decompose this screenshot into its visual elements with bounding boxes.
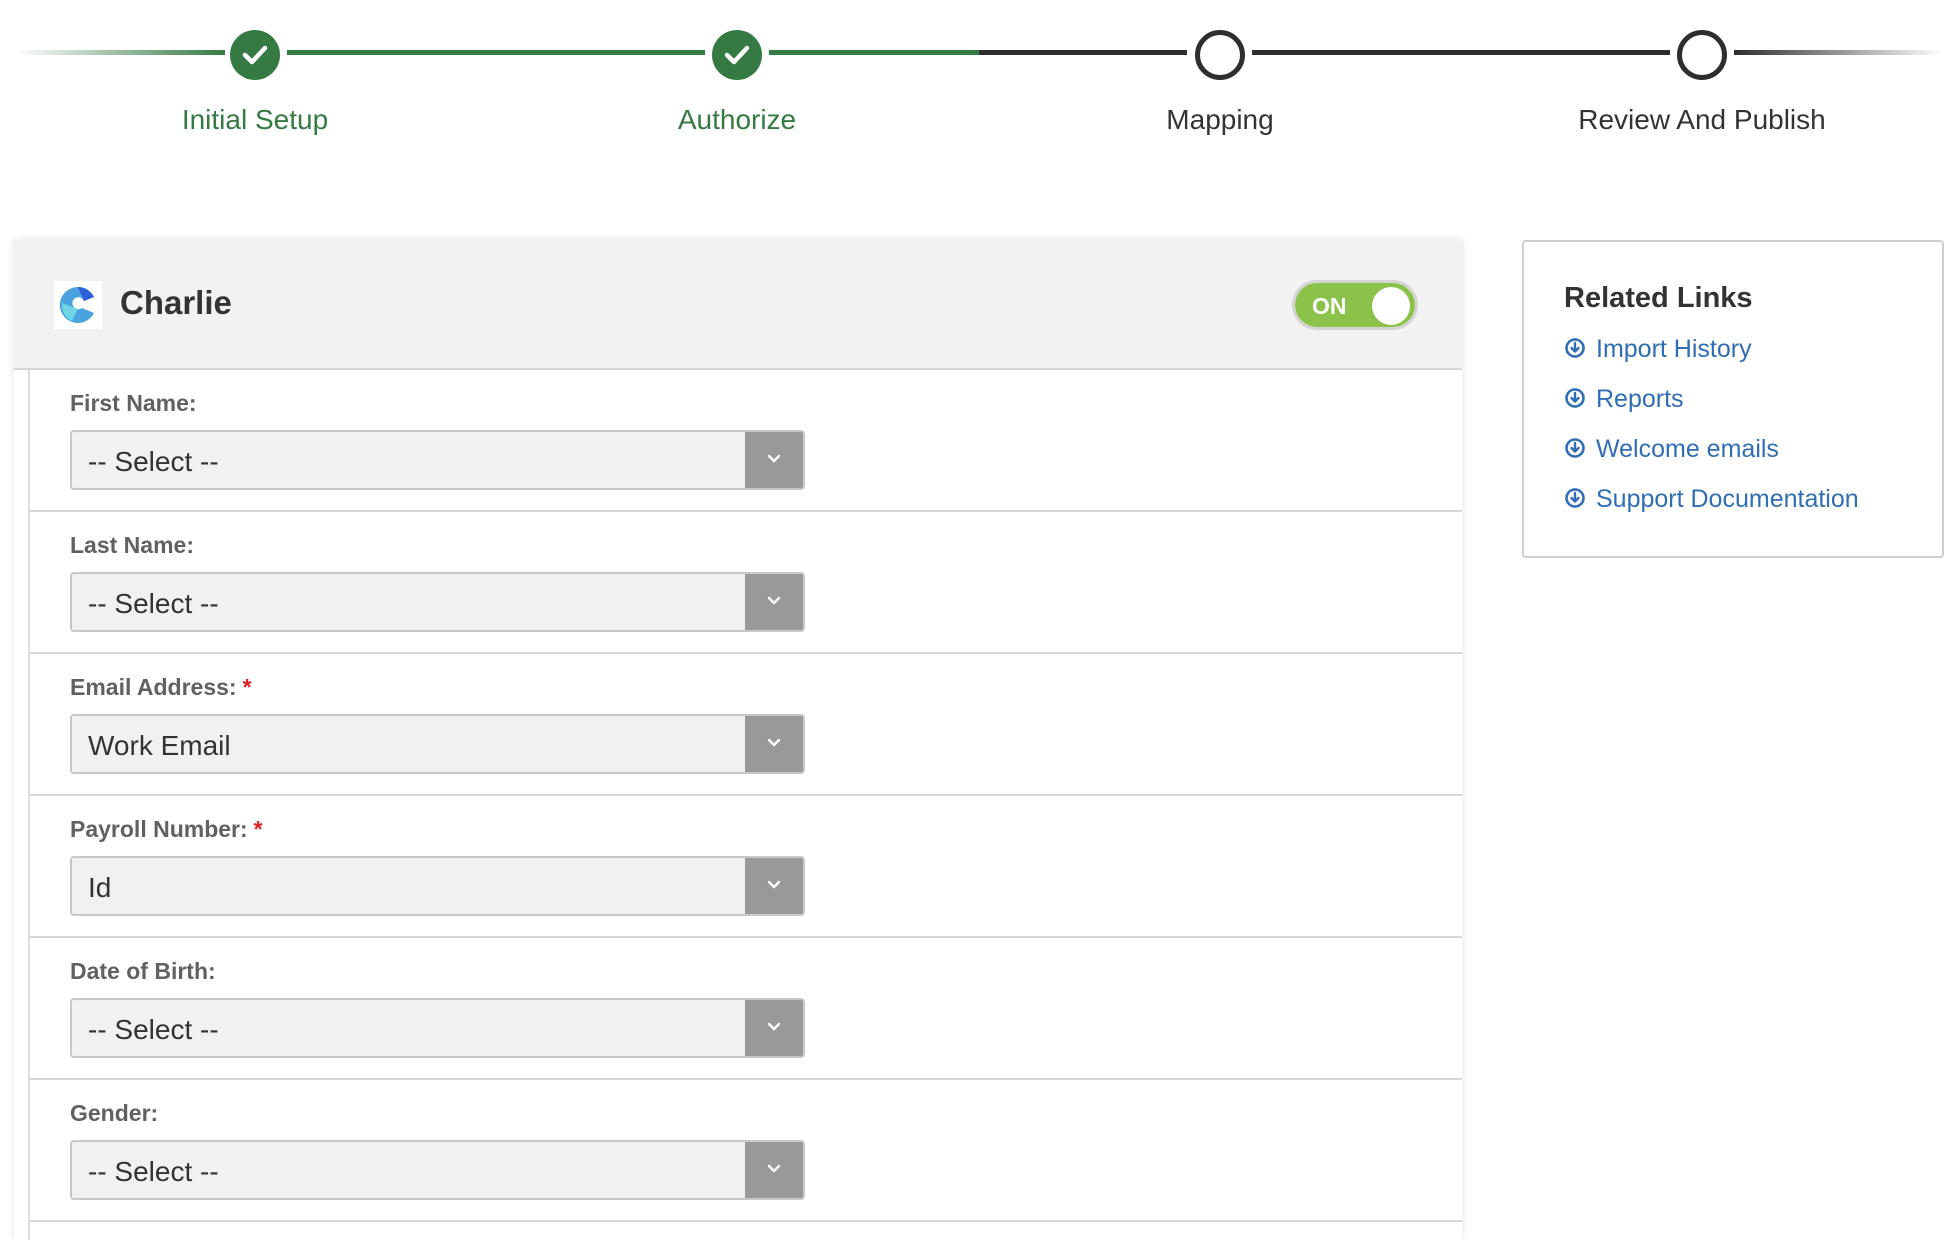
select-value: -- Select -- [88,1014,219,1045]
field-row-email-address: Email Address: * Work Email [30,654,1462,796]
field-select-date-of-birth[interactable]: -- Select -- [70,998,805,1058]
field-label-text: Gender: [70,1100,159,1126]
toggle-state-label: ON [1312,293,1347,319]
related-link-reports[interactable]: Reports [1564,385,1684,414]
dropdown-toggle[interactable] [745,1000,803,1056]
field-row-payroll-number: Payroll Number: * Id [30,796,1462,938]
circle-arrow-down-icon [1564,387,1586,409]
dropdown-toggle[interactable] [745,574,803,630]
related-links-panel: Related Links Import History Reports Welco… [1522,240,1944,558]
stepper-track-1-2 [287,50,705,55]
integration-mapping-card: Charlie ON First Name: -- Select -- Last N… [14,240,1462,1240]
related-link-import-history[interactable]: Import History [1564,335,1752,364]
circle-arrow-down-icon [1564,487,1586,509]
stepper-track-2-3-pending [979,50,1187,55]
circle-arrow-down-icon [1564,337,1586,359]
required-marker: * [242,674,252,700]
check-icon [724,45,750,65]
field-label-text: Date of Birth: [70,958,216,984]
field-label-text: Last Name: [70,532,194,558]
field-label-email-address: Email Address: * [70,674,252,701]
step-authorize-marker [712,30,762,80]
step-initial-setup-marker [230,30,280,80]
field-label-gender: Gender: [70,1100,158,1127]
charlie-logo-icon [54,281,102,329]
dropdown-toggle[interactable] [745,716,803,772]
step-initial-setup-label: Initial Setup [181,104,329,135]
field-select-payroll-number[interactable]: Id [70,856,805,916]
toggle-knob [1372,287,1410,325]
field-label-text: First Name: [70,390,197,416]
related-link-label: Welcome emails [1596,435,1779,463]
stepper-track-3-4 [1252,50,1670,55]
field-row-date-of-birth: Date of Birth: -- Select -- [30,938,1462,1080]
stepper-track-lead [15,50,225,55]
integration-name: Charlie [120,284,232,321]
dropdown-toggle[interactable] [745,858,803,914]
step-review-publish-label: Review And Publish [1578,104,1826,135]
integration-enabled-toggle[interactable]: ON [1292,280,1418,330]
dropdown-toggle[interactable] [745,432,803,488]
field-row-last-name: Last Name: -- Select -- [30,512,1462,654]
check-icon [242,45,268,65]
field-select-last-name[interactable]: -- Select -- [70,572,805,632]
related-link-label: Reports [1596,385,1684,413]
field-label-date-of-birth: Date of Birth: [70,958,216,985]
required-marker: * [253,816,263,842]
related-link-label: Support Documentation [1596,485,1859,513]
field-row-first-name: First Name: -- Select -- [30,370,1462,512]
step-mapping-label: Mapping [1166,104,1274,135]
field-label-payroll-number: Payroll Number: * [70,816,263,843]
stepper-track-tail [1734,50,1944,55]
step-mapping-marker [1195,30,1245,80]
select-value: -- Select -- [88,446,219,477]
step-review-publish-marker [1677,30,1727,80]
field-label-text: Payroll Number: [70,816,248,842]
related-link-welcome-emails[interactable]: Welcome emails [1564,435,1779,464]
related-links-title: Related Links [1564,282,1753,314]
related-link-support-documentation[interactable]: Support Documentation [1564,485,1859,514]
select-value: Work Email [88,730,231,761]
field-select-gender[interactable]: -- Select -- [70,1140,805,1200]
circle-arrow-down-icon [1564,437,1586,459]
dropdown-toggle[interactable] [745,1142,803,1198]
select-value: Id [88,872,112,903]
card-header: Charlie ON [14,240,1462,370]
field-label-last-name: Last Name: [70,532,194,559]
step-authorize-label: Authorize [677,104,797,135]
related-link-label: Import History [1596,335,1752,363]
field-row-gender: Gender: -- Select -- [30,1080,1462,1222]
field-label-text: Email Address: [70,674,237,700]
field-label-first-name: First Name: [70,390,197,417]
select-value: -- Select -- [88,1156,219,1187]
field-select-first-name[interactable]: -- Select -- [70,430,805,490]
field-select-email-address[interactable]: Work Email [70,714,805,774]
select-value: -- Select -- [88,588,219,619]
progress-stepper: Initial Setup Authorize Mapping Review A… [0,0,1950,170]
stepper-track-2-3 [769,50,979,55]
